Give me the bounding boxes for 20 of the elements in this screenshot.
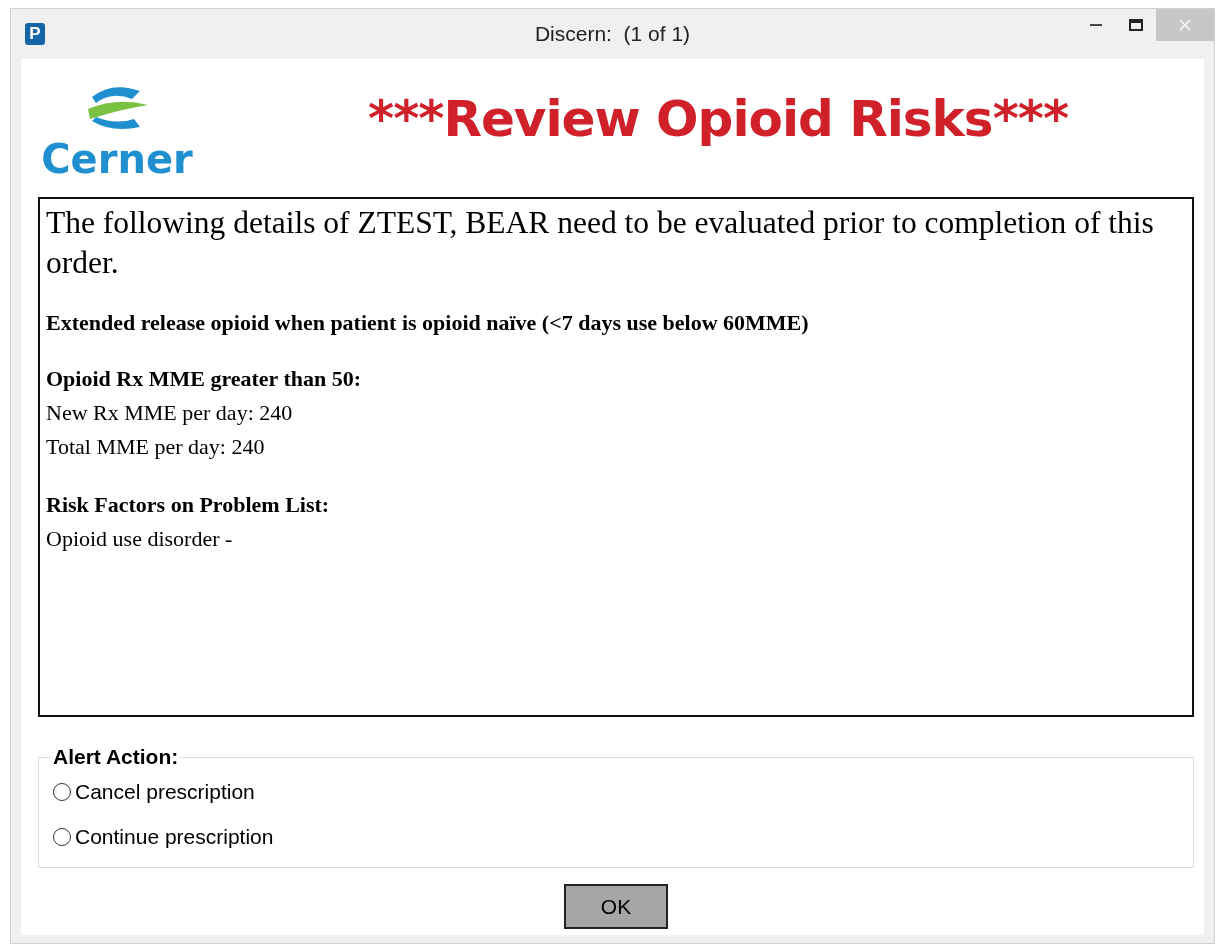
message-line: New Rx MME per day: 240 (46, 399, 294, 427)
logo-text: Cerner (41, 139, 193, 179)
radio-label[interactable]: Cancel prescription (75, 779, 255, 804)
app-icon: P (25, 23, 45, 45)
radio-label[interactable]: Continue prescription (75, 824, 274, 849)
message-line: Opioid use disorder - (46, 525, 234, 553)
message-text: The following details of ZTEST, BEAR need to be evaluated prior to completion of this order. (46, 204, 1155, 282)
maximize-icon (1129, 19, 1143, 31)
message-text: Extended release opioid when patient is opioid naïve (<7 days use below 60MME) (46, 309, 810, 337)
close-icon (1179, 19, 1191, 31)
message-line: Total MME per day: 240 (46, 433, 266, 461)
section-title: Opioid Rx MME greater than 50: (46, 365, 363, 393)
radio-button[interactable] (53, 827, 71, 846)
minimize-icon (1090, 24, 1102, 26)
group-label: Alert Action: (52, 745, 180, 769)
radio-button[interactable] (53, 782, 71, 801)
section-title: Risk Factors on Problem List: (46, 491, 331, 519)
window-title: Discern: (1 of 1) (534, 22, 691, 46)
ok-button[interactable]: OK (564, 884, 668, 929)
alert-heading: ***Review Opioid Risks*** (368, 90, 1069, 148)
